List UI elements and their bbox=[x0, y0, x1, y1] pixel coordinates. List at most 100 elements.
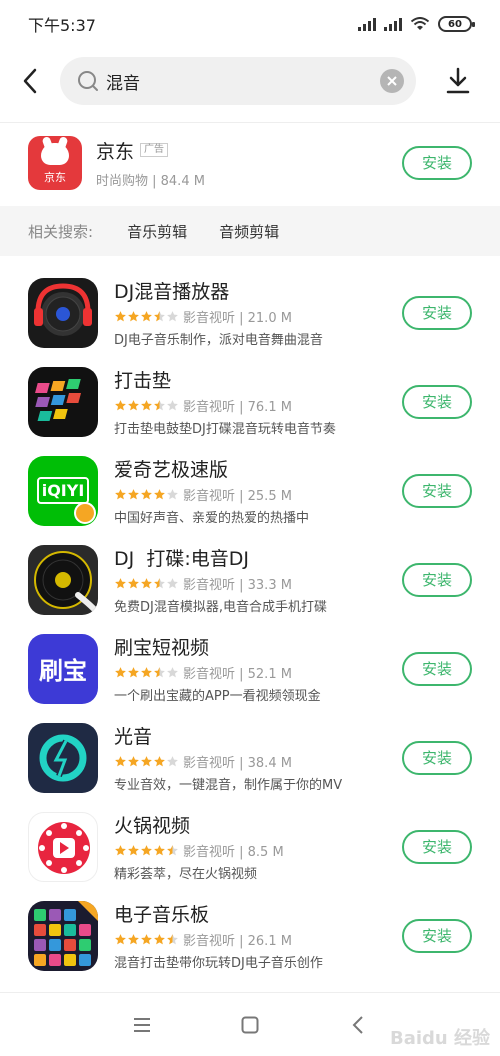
back-button[interactable] bbox=[0, 52, 60, 110]
jd-app-icon: 京东 bbox=[28, 135, 82, 190]
star-icon bbox=[167, 756, 178, 767]
guangyin-app-icon bbox=[28, 722, 98, 793]
star-icon bbox=[141, 934, 152, 945]
star-icon bbox=[167, 311, 178, 322]
clear-search-button[interactable] bbox=[380, 69, 404, 93]
star-icon bbox=[128, 400, 139, 411]
app-list-item[interactable]: 火锅视频 影音视听 | 8.5 M 精彩荟萃，尽在火锅视频 安装 bbox=[0, 802, 500, 891]
download-button[interactable] bbox=[416, 52, 500, 110]
search-box[interactable] bbox=[60, 57, 416, 105]
ad-badge: 广告 bbox=[140, 143, 169, 157]
app-meta: 影音视听 | 52.1 M bbox=[183, 667, 292, 682]
dj-turntable-app-icon bbox=[28, 544, 98, 615]
install-button[interactable]: 安装 bbox=[402, 829, 472, 864]
home-button[interactable] bbox=[238, 1013, 262, 1037]
app-list-item[interactable]: DJ 打碟:电音DJ 影音视听 | 33.3 M 免费DJ混音模拟器,电音合成手… bbox=[0, 535, 500, 624]
star-icon bbox=[167, 845, 178, 856]
hotpot-video-app-icon bbox=[28, 811, 98, 882]
app-description: 精彩荟萃，尽在火锅视频 bbox=[114, 867, 258, 882]
star-rating bbox=[114, 666, 179, 679]
install-button[interactable]: 安装 bbox=[402, 562, 472, 597]
app-description: 中国好声音、亲爱的热爱的热播中 bbox=[114, 511, 310, 526]
star-icon bbox=[128, 845, 139, 856]
app-list-item[interactable]: iQIYI 爱奇艺极速版 影音视听 | 25.5 M 中国好声音、亲爱的热爱的热… bbox=[0, 446, 500, 535]
app-name: 光音 bbox=[114, 726, 153, 748]
app-name: DJ 打碟:电音DJ bbox=[114, 548, 249, 570]
star-icon bbox=[115, 578, 126, 589]
star-icon bbox=[128, 934, 139, 945]
star-icon bbox=[115, 667, 126, 678]
star-rating bbox=[114, 577, 179, 590]
status-time: 下午5:37 bbox=[28, 16, 96, 35]
shuabao-icon-text: 刷宝 bbox=[39, 657, 87, 685]
nav-back-button[interactable] bbox=[346, 1013, 370, 1037]
drum-pad-app-icon bbox=[28, 366, 98, 437]
star-icon bbox=[154, 934, 165, 945]
ad-app-row[interactable]: 京东 京东 广告 时尚购物 | 84.4 M 安装 bbox=[0, 122, 500, 202]
back-arrow-icon bbox=[23, 68, 37, 94]
star-icon bbox=[154, 667, 165, 678]
app-name: 火锅视频 bbox=[114, 815, 191, 837]
menu-button[interactable] bbox=[130, 1013, 154, 1037]
star-icon bbox=[141, 845, 152, 856]
app-list-item[interactable]: 电子音乐板 影音视听 | 26.1 M 混音打击垫带你玩转DJ电子音乐创作 安装 bbox=[0, 891, 500, 980]
app-name: 打击垫 bbox=[114, 370, 172, 392]
app-meta: 影音视听 | 76.1 M bbox=[183, 400, 292, 415]
battery-level: 60 bbox=[448, 18, 462, 30]
star-icon bbox=[141, 756, 152, 767]
app-list-item[interactable]: 光音 影音视听 | 38.4 M 专业音效，一键混音，制作属于你的MV 安装 bbox=[0, 713, 500, 802]
download-icon bbox=[446, 67, 470, 94]
nav-back-icon bbox=[352, 1015, 363, 1034]
star-rating bbox=[114, 755, 179, 768]
install-button[interactable]: 安装 bbox=[402, 145, 472, 180]
star-rating bbox=[114, 844, 179, 857]
search-header bbox=[0, 52, 500, 110]
app-description: 一个刷出宝藏的APP一看视频领现金 bbox=[114, 689, 321, 704]
app-description: 打击垫电鼓垫DJ打碟混音玩转电音节奏 bbox=[114, 422, 336, 437]
star-icon bbox=[141, 667, 152, 678]
app-list-item[interactable]: 打击垫 影音视听 | 76.1 M 打击垫电鼓垫DJ打碟混音玩转电音节奏 安装 bbox=[0, 357, 500, 446]
iqiyi-icon-text: iQIYI bbox=[36, 477, 90, 504]
ad-app-name: 京东 bbox=[96, 140, 135, 163]
app-name: 电子音乐板 bbox=[114, 904, 210, 926]
install-button[interactable]: 安装 bbox=[402, 918, 472, 953]
install-button[interactable]: 安装 bbox=[402, 473, 472, 508]
dj-player-app-icon bbox=[28, 277, 98, 348]
app-description: 混音打击垫带你玩转DJ电子音乐创作 bbox=[114, 956, 323, 971]
app-description: 专业音效，一键混音，制作属于你的MV bbox=[114, 778, 343, 793]
install-button[interactable]: 安装 bbox=[402, 295, 472, 330]
star-icon bbox=[167, 489, 178, 500]
jd-dog-logo-icon bbox=[41, 142, 69, 165]
app-meta: 影音视听 | 33.3 M bbox=[183, 578, 292, 593]
star-icon bbox=[115, 311, 126, 322]
app-list: DJ混音播放器 影音视听 | 21.0 M DJ电子音乐制作，派对电音舞曲混音 … bbox=[0, 268, 500, 980]
star-icon bbox=[167, 400, 178, 411]
ad-info: 京东 广告 时尚购物 | 84.4 M bbox=[96, 137, 402, 189]
app-meta: 影音视听 | 38.4 M bbox=[183, 756, 292, 771]
app-description: DJ电子音乐制作，派对电音舞曲混音 bbox=[114, 333, 323, 348]
star-icon bbox=[141, 489, 152, 500]
app-meta: 影音视听 | 25.5 M bbox=[183, 489, 292, 504]
menu-icon bbox=[134, 1017, 150, 1032]
related-searches: 相关搜索: 音乐剪辑 音频剪辑 bbox=[0, 206, 500, 256]
star-icon bbox=[154, 578, 165, 589]
search-input[interactable] bbox=[106, 71, 380, 91]
jd-icon-label: 京东 bbox=[44, 170, 66, 184]
star-rating bbox=[114, 310, 179, 323]
search-icon bbox=[78, 71, 98, 91]
install-button[interactable]: 安装 bbox=[402, 384, 472, 419]
app-list-item[interactable]: 刷宝 刷宝短视频 影音视听 | 52.1 M 一个刷出宝藏的APP一看视频领现金… bbox=[0, 624, 500, 713]
app-name: 刷宝短视频 bbox=[114, 637, 210, 659]
install-button[interactable]: 安装 bbox=[402, 651, 472, 686]
install-button[interactable]: 安装 bbox=[402, 740, 472, 775]
related-search-link[interactable]: 音频剪辑 bbox=[219, 221, 279, 242]
app-list-item[interactable]: DJ混音播放器 影音视听 | 21.0 M DJ电子音乐制作，派对电音舞曲混音 … bbox=[0, 268, 500, 357]
related-search-link[interactable]: 音乐剪辑 bbox=[127, 221, 187, 242]
ad-app-meta: 时尚购物 | 84.4 M bbox=[96, 173, 205, 189]
watermark: Baidu 经验 bbox=[389, 1028, 490, 1049]
home-square-icon bbox=[241, 1016, 259, 1033]
star-icon bbox=[128, 756, 139, 767]
star-icon bbox=[128, 311, 139, 322]
star-icon bbox=[154, 400, 165, 411]
star-icon bbox=[115, 845, 126, 856]
